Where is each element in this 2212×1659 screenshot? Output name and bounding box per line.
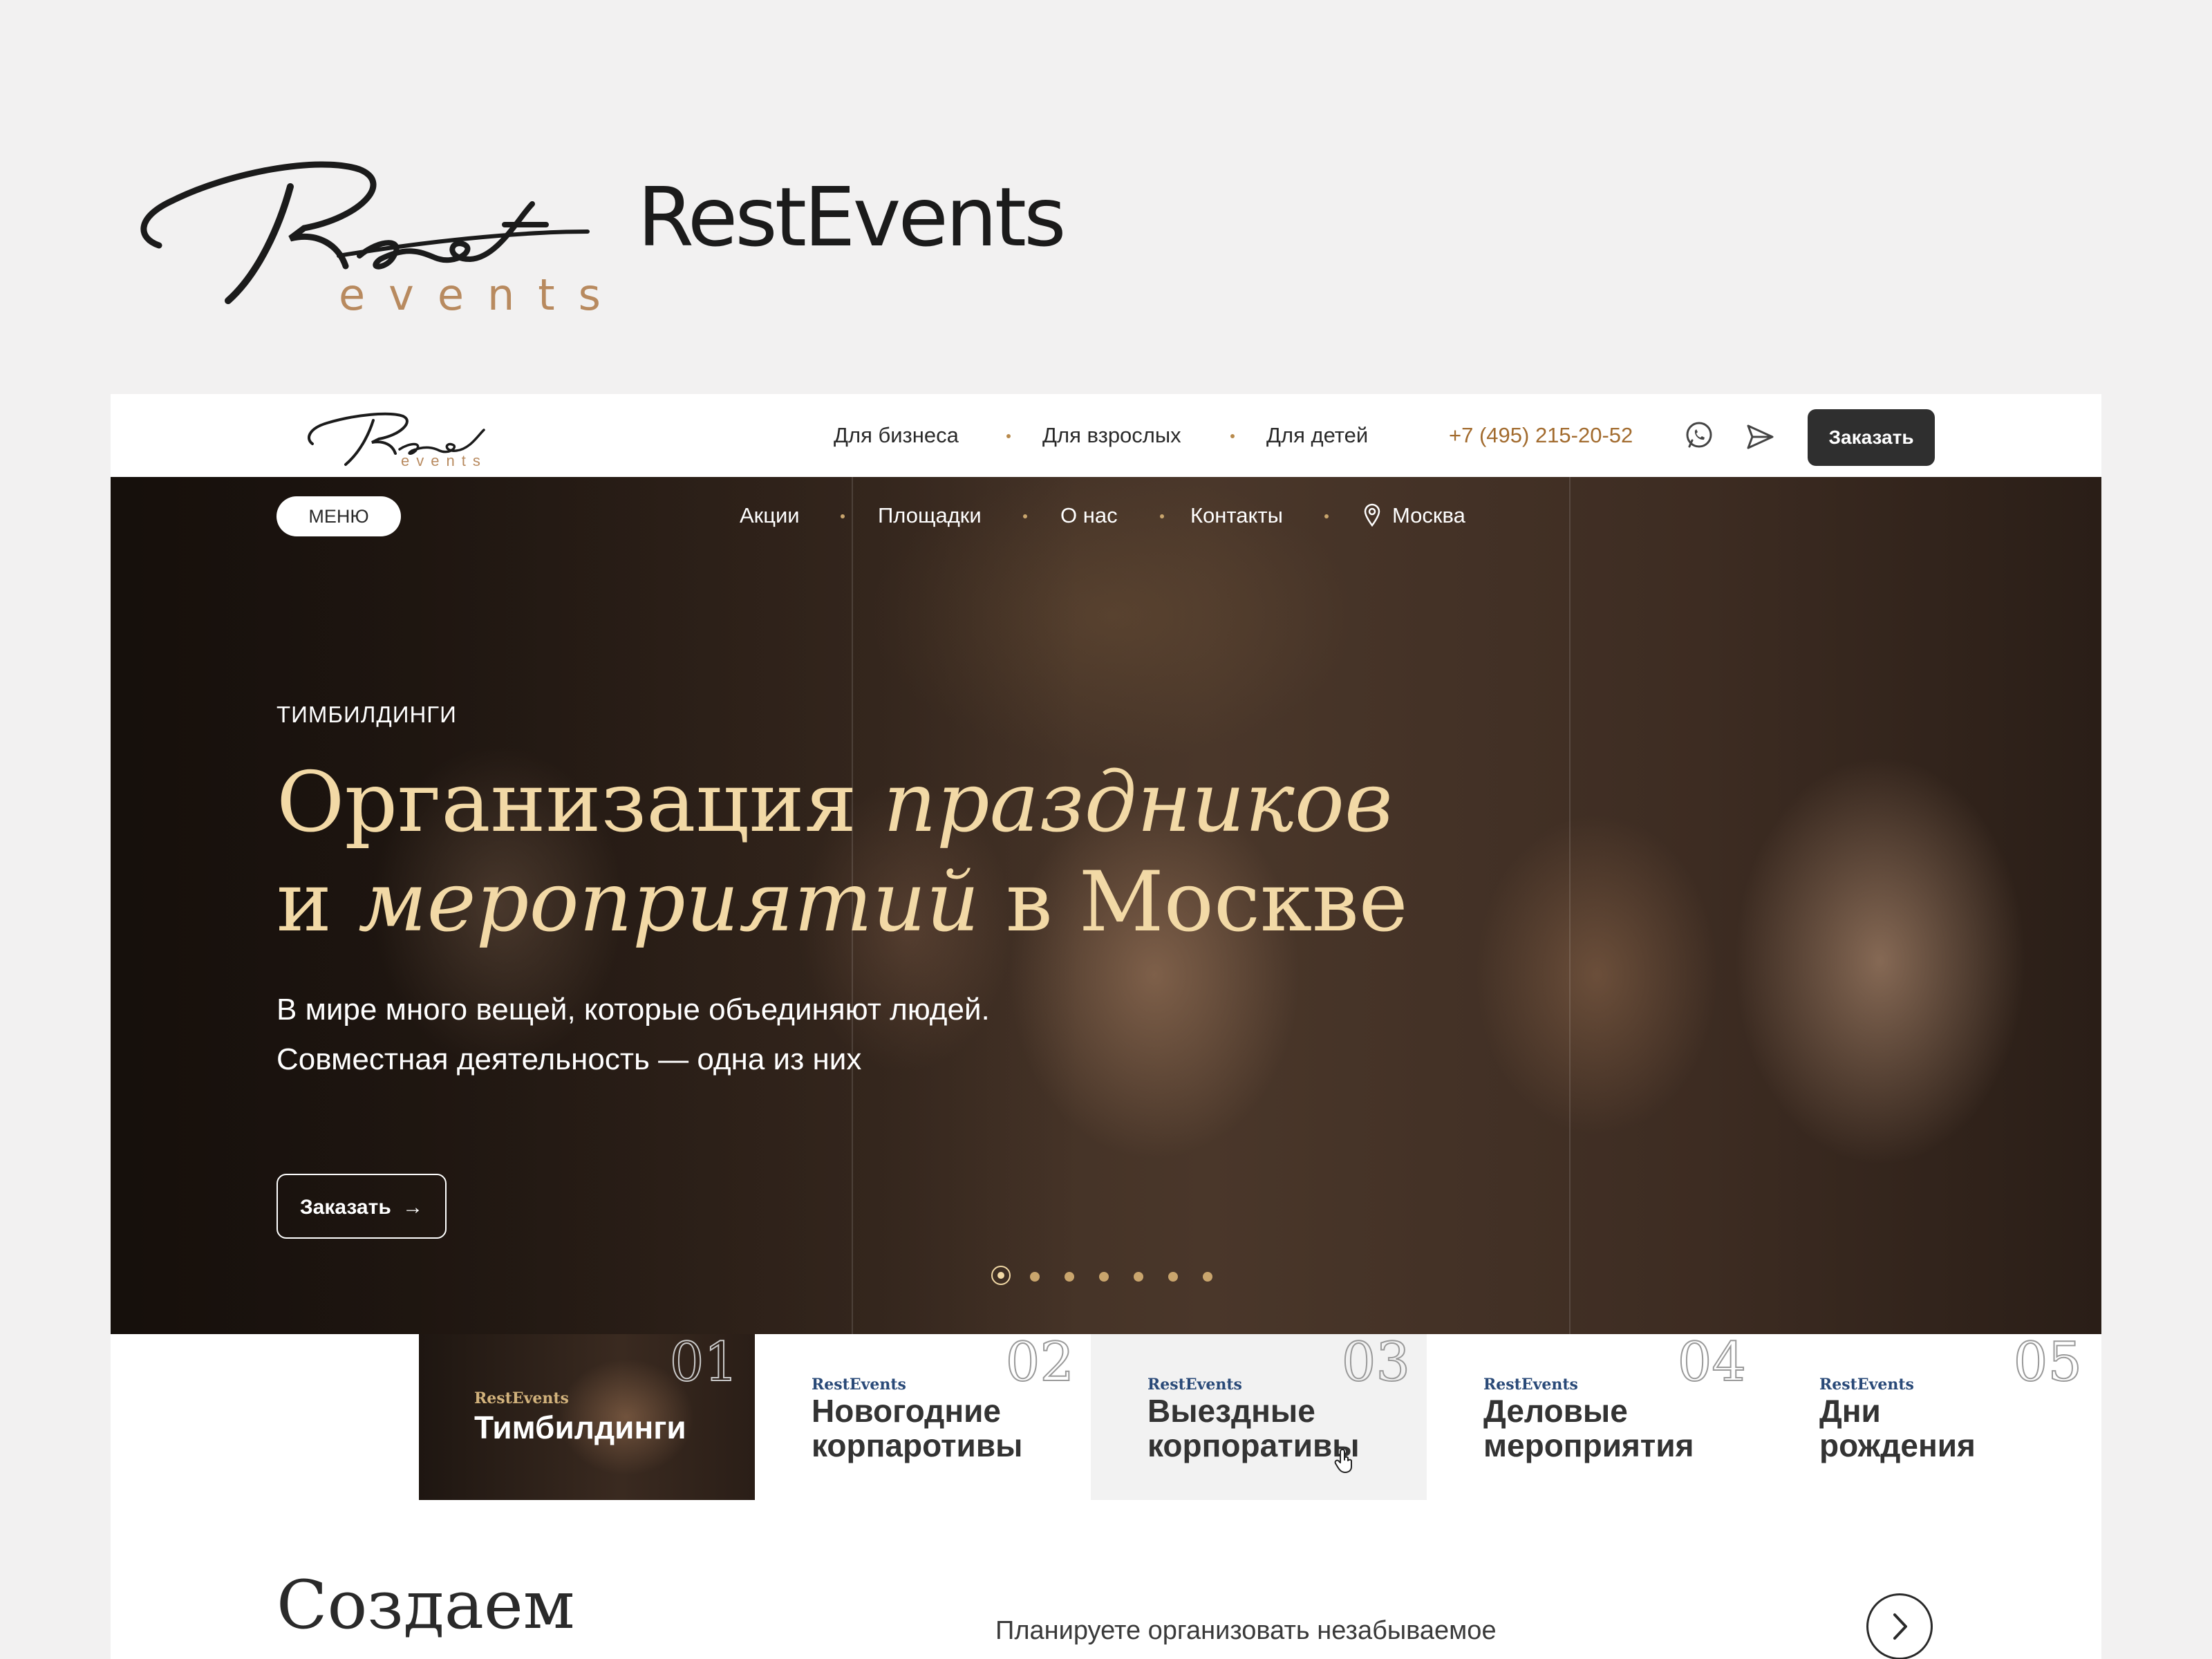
nav-separator (1160, 514, 1164, 518)
city-selector[interactable]: Москва (1392, 503, 1465, 528)
card-brand: RestEvents (474, 1389, 569, 1407)
next-arrow-button[interactable] (1866, 1593, 1933, 1659)
slider-dot[interactable] (1203, 1272, 1212, 1282)
menu-button[interactable]: МЕНЮ (276, 496, 401, 536)
headline-part: Организация (276, 755, 883, 851)
hero-divider (1569, 477, 1571, 1334)
nav-separator (1006, 434, 1011, 438)
site-logo-sub: events (401, 452, 487, 469)
hero-order-label: Заказать (299, 1196, 391, 1219)
card-brand: RestEvents (1147, 1376, 1242, 1394)
hero-nav-promos[interactable]: Акции (740, 503, 800, 528)
brand-title: RestEvents (637, 169, 1067, 265)
order-button[interactable]: Заказать (1808, 409, 1935, 466)
card-title: Новогодние корпаротивы (812, 1394, 1022, 1463)
card-title-line: корпоративы (1147, 1427, 1360, 1463)
headline-part: в Москве (979, 854, 1408, 950)
location-pin-icon (1363, 503, 1381, 527)
nav-separator (1023, 514, 1027, 518)
arrow-right-icon: → (402, 1196, 424, 1219)
nav-separator (841, 514, 845, 518)
hero-lead: В мире много вещей, которые объединяют л… (276, 985, 1244, 1085)
card-brand: RestEvents (812, 1376, 906, 1394)
card-brand: RestEvents (1483, 1376, 1578, 1394)
card-number: 03 (1341, 1334, 1411, 1394)
card-number: 04 (1677, 1334, 1747, 1394)
card-title-line: Выездные (1147, 1393, 1315, 1429)
slider-dot[interactable] (1065, 1272, 1074, 1282)
card-number: 05 (2013, 1334, 2083, 1394)
category-card[interactable]: 02 RestEvents Новогодние корпаротивы (755, 1334, 1091, 1500)
card-title-line: рождения (1819, 1427, 1976, 1463)
nav-separator (1324, 514, 1329, 518)
hero-eyebrow: ТИМБИЛДИНГИ (276, 702, 457, 727)
headline-italic: праздников (883, 755, 1393, 851)
headline-part: и (276, 854, 359, 950)
hero-nav-about[interactable]: О нас (1060, 503, 1118, 528)
nav-kids[interactable]: Для детей (1266, 423, 1368, 448)
card-title-line: мероприятия (1483, 1427, 1694, 1463)
hero-nav-venues[interactable]: Площадки (878, 503, 982, 528)
section-title: Создаем (276, 1566, 575, 1644)
card-title: Выездные корпоративы (1147, 1394, 1360, 1463)
phone-link[interactable]: +7 (495) 215-20-52 (1449, 423, 1633, 448)
hero-lead-line: В мире много вещей, которые объединяют л… (276, 993, 990, 1027)
section-text: Планируете организовать незабываемое (995, 1616, 1497, 1645)
hand-cursor-icon (1334, 1449, 1355, 1474)
hero-nav-contacts[interactable]: Контакты (1190, 503, 1283, 528)
hero-lead-line: Совместная деятельность — одна из них (276, 1042, 862, 1076)
category-card[interactable]: 01 RestEvents Тимбилдинги (419, 1334, 755, 1500)
slider-dot[interactable] (1168, 1272, 1178, 1282)
telegram-icon[interactable] (1745, 422, 1775, 452)
card-number: 02 (1005, 1334, 1075, 1394)
top-bar: events Для бизнеса Для взрослых Для дете… (111, 394, 2101, 477)
card-title-line: Новогодние (812, 1393, 1001, 1429)
nav-business[interactable]: Для бизнеса (834, 423, 959, 448)
card-title: Тимбилдинги (474, 1409, 686, 1445)
slider-dot[interactable] (1134, 1272, 1143, 1282)
whatsapp-icon[interactable] (1684, 420, 1714, 451)
nav-adults[interactable]: Для взрослых (1042, 423, 1181, 448)
card-title-line: корпаротивы (812, 1427, 1023, 1463)
headline-italic: мероприятий (358, 854, 980, 950)
category-card[interactable]: 03 RestEvents Выездные корпоративы (1091, 1334, 1427, 1500)
hero-banner: МЕНЮ Акции Площадки О нас Контакты Москв… (111, 477, 2101, 1334)
category-card[interactable]: 04 RestEvents Деловые мероприятия (1427, 1334, 1763, 1500)
card-brand: RestEvents (1819, 1376, 1914, 1394)
hero-headline: Организация праздников и мероприятий в М… (276, 753, 1452, 953)
brand-logo-sub: events (339, 270, 624, 320)
nav-separator (1230, 434, 1235, 438)
slider-dot[interactable] (1030, 1272, 1040, 1282)
chevron-right-icon (1893, 1613, 1907, 1640)
slider-dot[interactable] (1099, 1272, 1109, 1282)
card-title: Деловые мероприятия (1483, 1394, 1694, 1463)
card-title: Дни рождения (1819, 1394, 1976, 1463)
category-card[interactable]: 05 RestEvents Дни рождения (1763, 1334, 2099, 1500)
card-title-line: Деловые (1483, 1393, 1628, 1429)
hero-order-button[interactable]: Заказать → (276, 1174, 447, 1239)
card-title-line: Дни (1819, 1393, 1881, 1429)
website-preview: events Для бизнеса Для взрослых Для дете… (111, 394, 2101, 1659)
card-number: 01 (669, 1334, 739, 1394)
slider-dot[interactable] (991, 1266, 1011, 1285)
